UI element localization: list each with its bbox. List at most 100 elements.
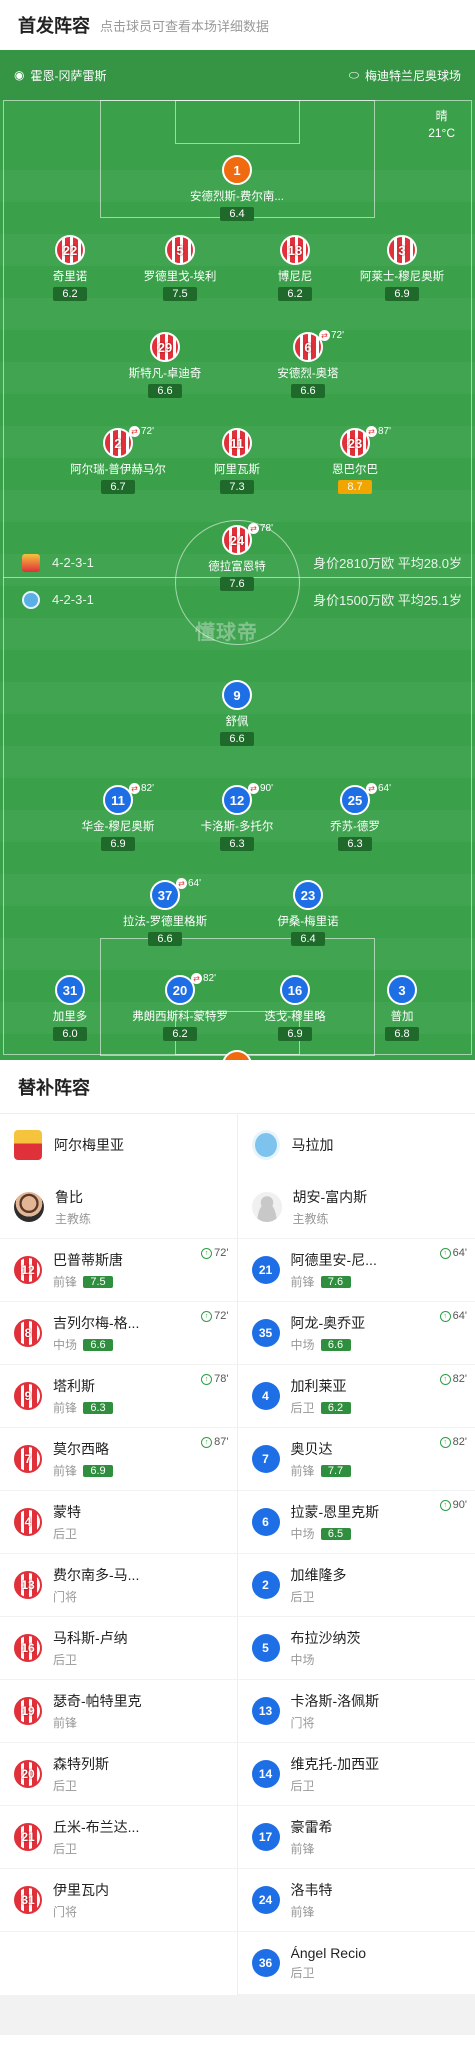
away-player-6[interactable]: 31 加里多 6.0 bbox=[15, 975, 125, 1042]
coach-role: 主教练 bbox=[292, 1212, 329, 1226]
goal-box-top bbox=[175, 100, 300, 144]
away-player-1[interactable]: 11 ⇄ 82' 华金-穆尼奥斯 6.9 bbox=[63, 783, 173, 852]
home-sub-row[interactable]: 4 蒙特 后卫 bbox=[0, 1491, 237, 1554]
player-position: 后卫 bbox=[53, 1653, 78, 1667]
player-name: 舒佩 bbox=[225, 716, 249, 728]
player-name: 加利莱亚 bbox=[290, 1378, 347, 1394]
away-team-row[interactable]: 马拉加 bbox=[238, 1114, 475, 1176]
sub-in-time: ↑ 90' bbox=[439, 1499, 467, 1511]
away-sub-row[interactable]: 14 维克托-加西亚 后卫 bbox=[237, 1743, 475, 1806]
away-player-5[interactable]: 23 伊桑-梅里诺 6.4 bbox=[253, 880, 363, 947]
player-rating: 7.5 bbox=[83, 1275, 114, 1288]
player-rating: 6.6 bbox=[220, 732, 254, 746]
home-player-10[interactable]: 24 ⇄ 78' 德拉富恩特 7.6 bbox=[182, 523, 292, 592]
away-sub-row[interactable]: 6 拉蒙-恩里克斯 中场 6.5 ↑ 90' bbox=[237, 1491, 475, 1554]
home-player-7[interactable]: 2 ⇄ 72' 阿尔瑞-普伊赫马尔 6.7 bbox=[63, 426, 173, 495]
jersey-number: 9 bbox=[14, 1382, 42, 1410]
home-coach-row[interactable]: 鲁比 主教练 bbox=[0, 1176, 237, 1239]
jersey-number: 21 bbox=[14, 1823, 42, 1851]
away-sub-row[interactable]: 4 加利莱亚 后卫 6.2 ↑ 82' bbox=[237, 1365, 475, 1428]
player-name: 奥贝达 bbox=[290, 1441, 333, 1457]
home-sub-row[interactable]: 19 瑟奇-帕特里克 前锋 bbox=[0, 1680, 237, 1743]
home-sub-row[interactable]: 20 森特列斯 后卫 bbox=[0, 1743, 237, 1806]
home-team-row[interactable]: 阿尔梅里亚 bbox=[0, 1114, 237, 1176]
jersey-number: 36 bbox=[251, 1949, 280, 1977]
substitution-icon: ⇄ bbox=[366, 426, 377, 437]
away-sub-row[interactable]: 13 卡洛斯-洛佩斯 门将 bbox=[237, 1680, 475, 1743]
player-name: 伊桑-梅里诺 bbox=[277, 916, 339, 928]
substitution-time: ⇄ 82' bbox=[191, 973, 216, 984]
away-sub-row[interactable]: 5 布拉沙纳茨 中场 bbox=[237, 1617, 475, 1680]
substitution-icon: ⇄ bbox=[319, 330, 330, 341]
player-rating: 6.3 bbox=[338, 837, 372, 851]
away-sub-row[interactable]: 35 阿龙-奥乔亚 中场 6.6 ↑ 64' bbox=[237, 1302, 475, 1365]
away-formation: 4-2-3-1 bbox=[52, 592, 94, 607]
player-rating: 6.4 bbox=[220, 207, 254, 221]
player-position: 后卫 bbox=[290, 1590, 315, 1604]
away-player-8[interactable]: 16 迭戈-穆里略 6.9 bbox=[240, 975, 350, 1042]
coach-name: 鲁比 bbox=[55, 1189, 83, 1205]
away-player-2[interactable]: 12 ⇄ 90' 卡洛斯-多托尔 6.3 bbox=[182, 783, 292, 852]
player-name: 阿莱士-穆尼奥斯 bbox=[359, 271, 445, 283]
weather-condition: 晴 bbox=[435, 109, 448, 123]
player-rating: 6.3 bbox=[83, 1401, 114, 1414]
home-player-0[interactable]: 1 安德烈斯-费尔南... 6.4 bbox=[182, 155, 292, 222]
jersey-number: 23 bbox=[293, 880, 323, 910]
away-sub-row[interactable]: 36 Ángel Recio 后卫 bbox=[237, 1932, 475, 1995]
home-value-age: 身价2810万欧 平均28.0岁 bbox=[313, 556, 462, 571]
home-player-9[interactable]: 23 ⇄ 87' 恩巴尔巴 8.7 bbox=[300, 426, 410, 495]
away-sub-row[interactable]: 2 加维隆多 后卫 bbox=[237, 1554, 475, 1617]
away-player-0[interactable]: 9 舒佩 6.6 bbox=[182, 680, 292, 747]
home-sub-row[interactable]: 31 伊里瓦内 门将 bbox=[0, 1869, 237, 1932]
away-player-4[interactable]: 37 ⇄ 64' 拉法-罗德里格斯 6.6 bbox=[110, 878, 220, 947]
player-rating: 6.6 bbox=[148, 384, 182, 398]
home-player-1[interactable]: 22 奇里诺 6.2 bbox=[15, 235, 125, 302]
home-player-4[interactable]: 3 阿莱士-穆尼奥斯 6.9 bbox=[347, 235, 457, 302]
jersey-number: 6 bbox=[251, 1508, 280, 1536]
whistle-icon: ◉ bbox=[14, 68, 25, 82]
home-player-6[interactable]: 6 ⇄ 72' 安德烈-奥塔 6.6 bbox=[253, 330, 363, 399]
away-sub-row[interactable]: 21 阿德里安-尼... 前锋 7.6 ↑ 64' bbox=[237, 1239, 475, 1302]
home-sub-row[interactable]: 12 巴普蒂斯唐 前锋 7.5 ↑ 72' bbox=[0, 1239, 237, 1302]
player-position: 前锋 bbox=[290, 1275, 315, 1289]
sub-in-time: ↑ 72' bbox=[201, 1310, 229, 1322]
sub-in-time: ↑ 78' bbox=[201, 1373, 229, 1385]
stadium-name: 梅迪特兰尼奥球场 bbox=[364, 68, 461, 83]
jersey-number: 18 bbox=[280, 235, 310, 265]
home-sub-row[interactable]: 13 费尔南多-马... 门将 bbox=[0, 1554, 237, 1617]
pitch: ◉ 霍恩-冈萨雷斯 ⬭ 梅迪特兰尼奥球场 晴 21°C 4-2-3-1 身价2810… bbox=[0, 50, 475, 1060]
home-sub-row[interactable]: 21 丘米-布兰达... 后卫 bbox=[0, 1806, 237, 1869]
home-sub-row[interactable]: 8 吉列尔梅-格... 中场 6.6 ↑ 72' bbox=[0, 1302, 237, 1365]
sub-in-icon: ↑ bbox=[201, 1247, 213, 1259]
away-coach-row[interactable]: 胡安-富内斯 主教练 bbox=[237, 1176, 475, 1239]
away-player-3[interactable]: 25 ⇄ 64' 乔苏-德罗 6.3 bbox=[300, 783, 410, 852]
jersey-number: 1 bbox=[222, 1050, 252, 1060]
away-sub-row[interactable]: 24 洛韦特 前锋 bbox=[237, 1869, 475, 1932]
home-player-3[interactable]: 18 博尼尼 6.2 bbox=[240, 235, 350, 302]
home-sub-row[interactable]: 7 莫尔西略 前锋 6.9 ↑ 87' bbox=[0, 1428, 237, 1491]
player-rating: 6.9 bbox=[101, 837, 135, 851]
jersey-number: 5 bbox=[165, 235, 195, 265]
home-sub-row[interactable]: 9 塔利斯 前锋 6.3 ↑ 78' bbox=[0, 1365, 237, 1428]
player-name: 奇里诺 bbox=[52, 271, 88, 283]
player-name: 加维隆多 bbox=[290, 1567, 347, 1583]
player-rating: 6.2 bbox=[278, 287, 312, 301]
sub-in-icon: ↑ bbox=[201, 1310, 213, 1322]
home-sub-row[interactable]: 16 马科斯-卢纳 后卫 bbox=[0, 1617, 237, 1680]
player-name: 罗德里戈-埃利 bbox=[143, 271, 217, 283]
away-player-9[interactable]: 3 普加 6.8 bbox=[347, 975, 457, 1042]
player-name: 巴普蒂斯唐 bbox=[53, 1252, 123, 1268]
home-player-5[interactable]: 29 斯特凡-卓迪奇 6.6 bbox=[110, 332, 220, 399]
away-player-10[interactable]: 1阿方索-埃雷罗6.9 bbox=[182, 1050, 292, 1060]
player-position: 门将 bbox=[53, 1905, 78, 1919]
substitution-icon: ⇄ bbox=[366, 783, 377, 794]
home-player-2[interactable]: 5 罗德里戈-埃利 7.5 bbox=[125, 235, 235, 302]
home-player-8[interactable]: 11 阿里瓦斯 7.3 bbox=[182, 428, 292, 495]
away-sub-row[interactable]: 7 奥贝达 前锋 7.7 ↑ 82' bbox=[237, 1428, 475, 1491]
away-player-7[interactable]: 20 ⇄ 82' 弗朗西斯科-蒙特罗 6.2 bbox=[125, 973, 235, 1042]
away-sub-row[interactable]: 17 豪雷希 前锋 bbox=[237, 1806, 475, 1869]
player-name: 阿尔瑞-普伊赫马尔 bbox=[70, 464, 166, 476]
substitution-time: ⇄ 64' bbox=[176, 878, 201, 889]
substitution-time: ⇄ 72' bbox=[319, 330, 344, 341]
sub-in-time: ↑ 87' bbox=[201, 1436, 229, 1448]
